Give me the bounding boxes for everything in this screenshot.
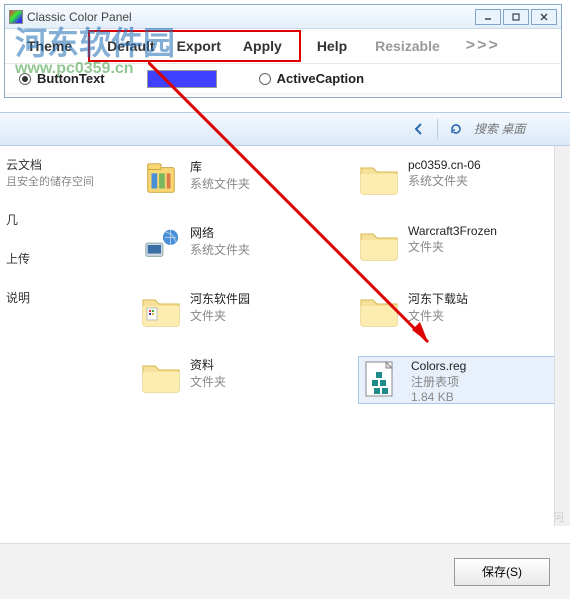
left-item-title: 说明 xyxy=(6,289,120,306)
file-type: 系统文件夹 xyxy=(190,241,250,258)
left-item-sub: 且安全的储存空间 xyxy=(6,173,120,189)
file-size: 1.84 KB xyxy=(411,390,466,404)
highlighted-menu-group: Default Export Apply xyxy=(88,30,301,62)
left-item-title: 几 xyxy=(6,211,120,228)
window-title: Classic Color Panel xyxy=(27,10,473,24)
left-item[interactable]: 上传 xyxy=(6,250,120,267)
options-row: ButtonText ActiveCaption xyxy=(5,63,561,93)
label-activecaption: ActiveCaption xyxy=(277,71,364,86)
left-column: 云文档 且安全的储存空间 几 上传 说明 xyxy=(0,146,120,526)
folder-icon xyxy=(140,290,182,332)
app-icon xyxy=(9,10,23,24)
file-grid: 库 系统文件夹 pc0359.cn-06 系统文件夹 网络 系统文件夹 xyxy=(140,158,564,404)
file-type: 文件夹 xyxy=(190,373,226,390)
folder-icon xyxy=(140,356,182,398)
file-info: 资料 文件夹 xyxy=(190,356,226,390)
file-name: pc0359.cn-06 xyxy=(408,158,481,172)
file-name: Warcraft3Frozen xyxy=(408,224,497,238)
file-item-network[interactable]: 网络 系统文件夹 xyxy=(140,224,346,272)
file-item-folder[interactable]: Warcraft3Frozen 文件夹 xyxy=(358,224,564,272)
radio-activecaption[interactable] xyxy=(259,73,271,85)
menu-default[interactable]: Default xyxy=(98,34,163,58)
file-info: 库 系统文件夹 xyxy=(190,158,250,192)
file-type: 文件夹 xyxy=(408,238,497,255)
reg-icon xyxy=(361,359,403,401)
toolbar-divider xyxy=(437,119,438,139)
folder-icon xyxy=(358,290,400,332)
file-info: Colors.reg 注册表项 1.84 KB xyxy=(411,359,466,404)
left-item-title: 云文档 xyxy=(6,156,120,173)
file-type: 文件夹 xyxy=(408,307,468,324)
menu-more[interactable]: >>> xyxy=(466,37,500,55)
file-item-folder[interactable]: 资料 文件夹 xyxy=(140,356,346,404)
left-item[interactable]: 云文档 且安全的储存空间 xyxy=(6,156,120,189)
maximize-button[interactable] xyxy=(503,9,529,25)
titlebar[interactable]: Classic Color Panel xyxy=(5,5,561,29)
file-name: 河东下载站 xyxy=(408,290,468,307)
menu-theme[interactable]: Theme xyxy=(15,34,84,58)
menu-resizable[interactable]: Resizable xyxy=(363,34,452,58)
explorer-pane: 云文档 且安全的储存空间 几 上传 说明 库 系统文件夹 xyxy=(0,146,570,526)
folder-icon xyxy=(358,224,400,266)
left-item[interactable]: 说明 xyxy=(6,289,120,306)
menu-help[interactable]: Help xyxy=(305,34,359,58)
panel-separator xyxy=(5,93,561,97)
file-item-folder[interactable]: 河东下载站 文件夹 xyxy=(358,290,564,338)
file-type: 系统文件夹 xyxy=(408,172,481,189)
file-name: 河东软件园 xyxy=(190,290,250,307)
explorer-toolbar xyxy=(0,112,570,146)
menubar: Theme Default Export Apply Help Resizabl… xyxy=(5,29,561,63)
file-name: 库 xyxy=(190,158,250,175)
label-buttontext: ButtonText xyxy=(37,71,105,86)
menu-apply[interactable]: Apply xyxy=(234,34,291,58)
folder-icon xyxy=(358,158,400,200)
scrollbar[interactable] xyxy=(554,146,570,526)
close-button[interactable] xyxy=(531,9,557,25)
save-button[interactable]: 保存(S) xyxy=(454,558,550,586)
file-info: Warcraft3Frozen 文件夹 xyxy=(408,224,497,255)
file-info: pc0359.cn-06 系统文件夹 xyxy=(408,158,481,189)
file-name: Colors.reg xyxy=(411,359,466,373)
file-item-reg[interactable]: Colors.reg 注册表项 1.84 KB xyxy=(358,356,564,404)
file-name: 资料 xyxy=(190,356,226,373)
network-icon xyxy=(140,224,182,266)
file-name: 网络 xyxy=(190,224,250,241)
minimize-button[interactable] xyxy=(475,9,501,25)
left-item-title: 上传 xyxy=(6,250,120,267)
menu-export[interactable]: Export xyxy=(168,34,230,58)
library-icon xyxy=(140,158,182,200)
file-type: 注册表项 xyxy=(411,373,466,390)
file-item-folder[interactable]: pc0359.cn-06 系统文件夹 xyxy=(358,158,564,206)
refresh-button[interactable] xyxy=(444,118,468,140)
file-info: 网络 系统文件夹 xyxy=(190,224,250,258)
left-item[interactable]: 几 xyxy=(6,211,120,228)
swatch-buttontext[interactable] xyxy=(147,70,217,88)
corner-watermark: 河 xyxy=(553,509,564,525)
file-type: 系统文件夹 xyxy=(190,175,250,192)
file-item-library[interactable]: 库 系统文件夹 xyxy=(140,158,346,206)
back-button[interactable] xyxy=(407,118,431,140)
color-panel-window: Classic Color Panel Theme Default Export… xyxy=(4,4,562,98)
file-info: 河东下载站 文件夹 xyxy=(408,290,468,324)
radio-buttontext[interactable] xyxy=(19,73,31,85)
file-item-folder[interactable]: 河东软件园 文件夹 xyxy=(140,290,346,338)
file-info: 河东软件园 文件夹 xyxy=(190,290,250,324)
search-input[interactable] xyxy=(474,118,564,140)
file-type: 文件夹 xyxy=(190,307,250,324)
bottom-bar: 保存(S) xyxy=(0,543,570,599)
